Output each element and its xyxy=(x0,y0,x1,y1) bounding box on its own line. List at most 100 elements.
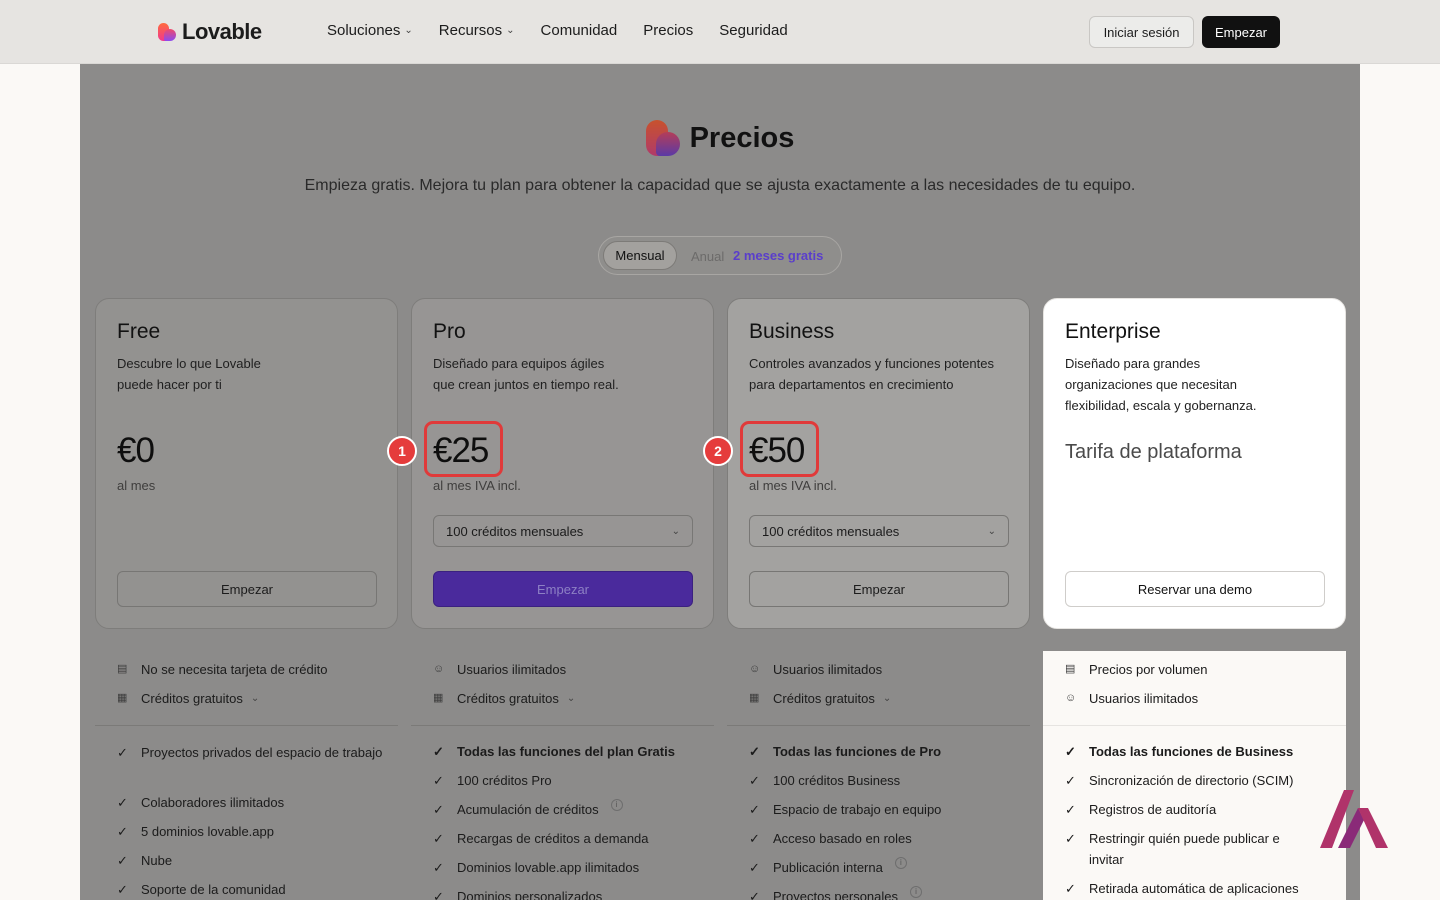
book-demo-button[interactable]: Reservar una demo xyxy=(1065,571,1325,607)
nav-link-seguridad[interactable]: Seguridad xyxy=(719,22,787,39)
highlight-row: ▤ No se necesita tarjeta de crédito xyxy=(117,659,387,680)
info-icon[interactable]: i xyxy=(910,886,923,898)
feature-item: ✓ Todas las funciones de Pro xyxy=(749,741,1019,762)
feature-text: 5 dominios lovable.app xyxy=(141,824,274,839)
nav-link-soluciones[interactable]: Soluciones ⌄ xyxy=(327,22,413,39)
credits-select[interactable]: 100 créditos mensuales ⌄ xyxy=(749,515,1009,547)
brand-logo[interactable]: Lovable xyxy=(158,19,262,45)
feature-item: ✓ Proyectos privados del espacio de traba… xyxy=(117,742,387,763)
plan-name: Free xyxy=(117,320,161,343)
billing-toggle: Mensual Anual 2 meses gratis xyxy=(598,236,842,275)
check-icon: ✓ xyxy=(117,795,128,810)
check-icon: ✓ xyxy=(1065,744,1076,759)
plan-description: Diseñado para grandes organizaciones que… xyxy=(1065,356,1257,413)
feature-item: ✓ Acumulación de créditos i xyxy=(433,799,703,820)
highlight-text: Usuarios ilimitados xyxy=(773,662,883,677)
price-note: al mes IVA incl. xyxy=(433,478,521,493)
check-icon: ✓ xyxy=(117,882,128,897)
highlight-text: Créditos gratuitos xyxy=(141,691,243,706)
select-value: 100 créditos mensuales xyxy=(446,523,584,539)
login-button[interactable]: Iniciar sesión xyxy=(1089,16,1194,48)
check-icon: ✓ xyxy=(1065,831,1076,846)
page-title: Precios xyxy=(689,121,795,154)
top-nav: Lovable Soluciones ⌄ Recursos ⌄ Comunidad … xyxy=(0,0,1440,64)
feature-text: Retirada automática de aplicaciones xyxy=(1089,881,1299,896)
feature-item: ✓ Sincronización de directorio (SCIM) xyxy=(1065,770,1335,791)
toggle-monthly[interactable]: Mensual xyxy=(603,241,677,270)
nav-link-label: Recursos xyxy=(438,22,503,39)
chevron-down-icon: ⌄ xyxy=(671,525,680,537)
feature-item: ✓ Publicación interna i xyxy=(749,857,1019,878)
plan-description: Controles avanzados y funciones potentes… xyxy=(749,356,994,392)
check-icon: ✓ xyxy=(1065,881,1076,896)
start-button[interactable]: Empezar xyxy=(749,571,1009,607)
plan-card-free: Free Descubre lo que Lovable puede hacer… xyxy=(95,298,398,629)
start-button[interactable]: Empezar xyxy=(1202,16,1280,48)
nav-link-comunidad[interactable]: Comunidad xyxy=(541,22,618,39)
users-icon: ☺ xyxy=(749,663,761,675)
feature-text: Nube xyxy=(141,853,173,868)
price-highlight-box xyxy=(424,421,503,477)
page-header: Precios xyxy=(80,120,1360,156)
card-icon: ▤ xyxy=(1065,663,1076,675)
check-icon: ✓ xyxy=(749,744,760,759)
highlight-text: Créditos gratuitos xyxy=(773,691,875,706)
check-icon: ✓ xyxy=(749,831,760,846)
plan-card-enterprise: Enterprise Diseñado para grandes organiz… xyxy=(1043,298,1346,629)
divider xyxy=(411,725,714,726)
info-icon[interactable]: i xyxy=(610,799,623,811)
start-button[interactable]: Empezar xyxy=(433,571,693,607)
check-icon: ✓ xyxy=(117,853,128,868)
highlight-row[interactable]: ▦ Créditos gratuitos ⌄ xyxy=(749,688,1019,709)
highlight-row: ☺ Usuarios ilimitados xyxy=(433,659,703,680)
toggle-annual[interactable]: Anual xyxy=(691,249,724,264)
info-icon[interactable]: i xyxy=(894,857,907,869)
feature-text: Todas las funciones del plan Gratis xyxy=(457,744,675,759)
highlight-row: ☺ Usuarios ilimitados xyxy=(749,659,1019,680)
chevron-down-icon: ⌄ xyxy=(566,693,576,704)
card-icon: ▤ xyxy=(117,663,128,675)
feature-text: 100 créditos Pro xyxy=(457,773,552,788)
price-note: al mes IVA incl. xyxy=(749,478,837,493)
feature-item: ✓ Proyectos personales i xyxy=(749,886,1019,900)
feature-item: ✓ Registros de auditoría xyxy=(1065,799,1335,820)
plan-name: Pro xyxy=(433,320,466,343)
feature-item: ✓ 100 créditos Pro xyxy=(433,770,703,791)
chevron-down-icon: ⌄ xyxy=(506,25,515,36)
check-icon: ✓ xyxy=(117,824,128,839)
lovable-heart-icon xyxy=(158,23,176,41)
nav-link-precios[interactable]: Precios xyxy=(643,22,693,39)
chevron-down-icon: ⌄ xyxy=(882,693,892,704)
plan-description: Diseñado para equipos ágiles que crean j… xyxy=(433,356,619,392)
annotation-marker: 1 xyxy=(387,436,417,466)
lovable-heart-icon xyxy=(645,120,680,156)
feature-text: Todas las funciones de Business xyxy=(1089,744,1294,759)
plan-name: Enterprise xyxy=(1065,320,1161,343)
check-icon: ✓ xyxy=(1065,773,1076,788)
gift-icon: ▦ xyxy=(749,692,760,704)
highlight-row[interactable]: ▦ Créditos gratuitos ⌄ xyxy=(433,688,703,709)
highlight-row: ☺ Usuarios ilimitados xyxy=(1065,688,1335,709)
nav-link-label: Comunidad xyxy=(540,22,618,39)
users-icon: ☺ xyxy=(1065,692,1077,704)
chevron-down-icon: ⌄ xyxy=(987,525,996,537)
feature-item: ✓ Colaboradores ilimitados xyxy=(117,792,387,813)
features-enterprise: ▤ Precios por volumen ☺ Usuarios ilimitado… xyxy=(1043,651,1346,900)
start-button[interactable]: Empezar xyxy=(117,571,377,607)
check-icon: ✓ xyxy=(749,802,760,817)
pricing-section: Precios Empieza gratis. Mejora tu plan p… xyxy=(80,64,1360,900)
divider xyxy=(95,725,398,726)
feature-item: ✓ Espacio de trabajo en equipo xyxy=(749,799,1019,820)
brand-name: Lovable xyxy=(182,19,262,44)
highlight-text: Usuarios ilimitados xyxy=(1089,691,1199,706)
nav-link-label: Soluciones xyxy=(327,22,401,39)
plan-price: €0 xyxy=(117,431,155,470)
feature-text: Restringir quién puede publicar e invita… xyxy=(1089,831,1280,867)
nav-link-recursos[interactable]: Recursos ⌄ xyxy=(439,22,515,39)
watermark-logo-icon xyxy=(1320,790,1388,848)
feature-text: Recargas de créditos a demanda xyxy=(457,831,649,846)
highlight-row[interactable]: ▦ Créditos gratuitos ⌄ xyxy=(117,688,387,709)
gift-icon: ▦ xyxy=(433,692,444,704)
feature-item: ✓ Todas las funciones del plan Gratis xyxy=(433,741,703,762)
credits-select[interactable]: 100 créditos mensuales ⌄ xyxy=(433,515,693,547)
